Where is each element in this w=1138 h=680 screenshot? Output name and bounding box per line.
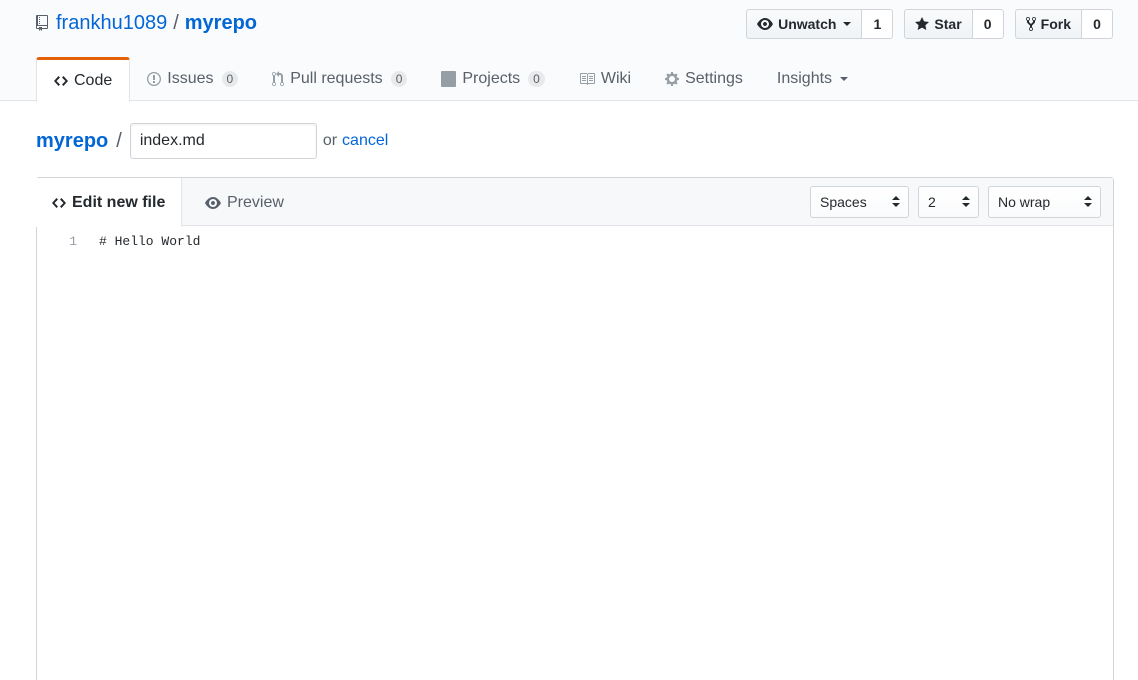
tab-preview-label: Preview	[227, 193, 284, 211]
watchers-count[interactable]: 1	[862, 9, 894, 39]
chevron-down-icon	[840, 77, 849, 81]
file-editor: Edit new file Preview Spaces 2 No wrap 1…	[36, 177, 1114, 680]
indent-mode-select[interactable]: Spaces	[810, 186, 909, 218]
star-button[interactable]: Star	[904, 9, 973, 39]
fork-label: Fork	[1040, 16, 1071, 32]
indent-mode-value: Spaces	[820, 194, 867, 210]
repo-path-separator: /	[173, 11, 179, 34]
projects-counter: 0	[528, 71, 545, 87]
repository-header: frankhu1089 / myrepo Unwatch 1 Star 0 Fo…	[0, 0, 1138, 102]
issue-opened-icon	[147, 71, 162, 87]
filename-input[interactable]	[129, 123, 317, 159]
tab-edit-new-file[interactable]: Edit new file	[36, 178, 183, 227]
eye-icon	[757, 16, 774, 32]
tab-wiki[interactable]: Wiki	[562, 57, 648, 101]
code-icon	[52, 195, 66, 211]
fork-group: Fork 0	[1014, 9, 1113, 39]
select-arrows-icon	[892, 196, 900, 207]
pull-requests-counter: 0	[390, 71, 408, 87]
watch-group: Unwatch 1	[746, 9, 894, 39]
eye-icon	[205, 195, 221, 211]
tab-insights[interactable]: Insights	[760, 57, 865, 101]
star-icon	[915, 16, 930, 32]
repo-nav: Code Issues 0 Pull requests 0 Projects 0	[36, 57, 865, 102]
issues-counter: 0	[221, 71, 239, 87]
repo-title: frankhu1089 / myrepo	[36, 10, 257, 36]
repo-owner-link[interactable]: frankhu1089	[56, 12, 167, 35]
code-icon	[54, 73, 68, 89]
tab-projects[interactable]: Projects 0	[424, 57, 561, 101]
select-arrows-icon	[1084, 196, 1092, 207]
star-label: Star	[934, 16, 962, 32]
select-arrows-icon	[962, 196, 970, 207]
cancel-link[interactable]: cancel	[342, 132, 388, 150]
repo-actions: Unwatch 1 Star 0 Fork 0	[746, 9, 1113, 39]
tab-edit-label: Edit new file	[72, 193, 166, 211]
breadcrumb-separator: /	[116, 129, 122, 152]
star-group: Star 0	[904, 9, 1004, 39]
wrap-mode-select[interactable]: No wrap	[988, 186, 1101, 218]
tab-issues-label: Issues	[167, 70, 214, 87]
book-icon	[579, 71, 595, 87]
tab-pull-requests-label: Pull requests	[290, 70, 383, 87]
tab-projects-label: Projects	[462, 70, 521, 87]
gear-icon	[665, 71, 680, 87]
wrap-mode-value: No wrap	[998, 194, 1051, 210]
tab-wiki-label: Wiki	[600, 70, 632, 87]
repo-name-link[interactable]: myrepo	[185, 12, 257, 35]
line-number: 1	[69, 233, 77, 249]
fork-button[interactable]: Fork	[1014, 9, 1082, 39]
editor-options: Spaces 2 No wrap	[810, 186, 1101, 218]
tab-settings-label: Settings	[685, 70, 743, 87]
tab-insights-label: Insights	[776, 70, 833, 87]
indent-size-value: 2	[928, 194, 936, 210]
tab-pull-requests[interactable]: Pull requests 0	[255, 57, 424, 101]
unwatch-label: Unwatch	[778, 16, 837, 32]
unwatch-button[interactable]: Unwatch	[746, 9, 863, 39]
or-text: or	[322, 132, 338, 149]
code-editor[interactable]: 1 # Hello World	[37, 231, 1113, 680]
tab-issues[interactable]: Issues 0	[130, 57, 255, 101]
tab-code-label: Code	[74, 72, 113, 89]
chevron-down-icon	[843, 22, 852, 26]
project-icon	[441, 71, 457, 87]
file-breadcrumb: myrepo / or cancel	[36, 123, 388, 159]
git-pull-request-icon	[272, 71, 285, 87]
tab-code[interactable]: Code	[36, 57, 131, 102]
repo-icon	[36, 14, 50, 32]
line-content[interactable]: # Hello World	[99, 234, 200, 249]
stargazers-count[interactable]: 0	[972, 9, 1004, 39]
editor-toolbar: Edit new file Preview Spaces 2 No wrap	[36, 178, 1113, 227]
indent-size-select[interactable]: 2	[918, 186, 979, 218]
forks-count[interactable]: 0	[1082, 9, 1113, 39]
breadcrumb-repo-link[interactable]: myrepo	[36, 130, 108, 153]
tab-preview[interactable]: Preview	[189, 178, 300, 227]
fork-icon	[1025, 16, 1036, 32]
code-line: 1 # Hello World	[37, 231, 1113, 251]
tab-settings[interactable]: Settings	[648, 57, 760, 101]
